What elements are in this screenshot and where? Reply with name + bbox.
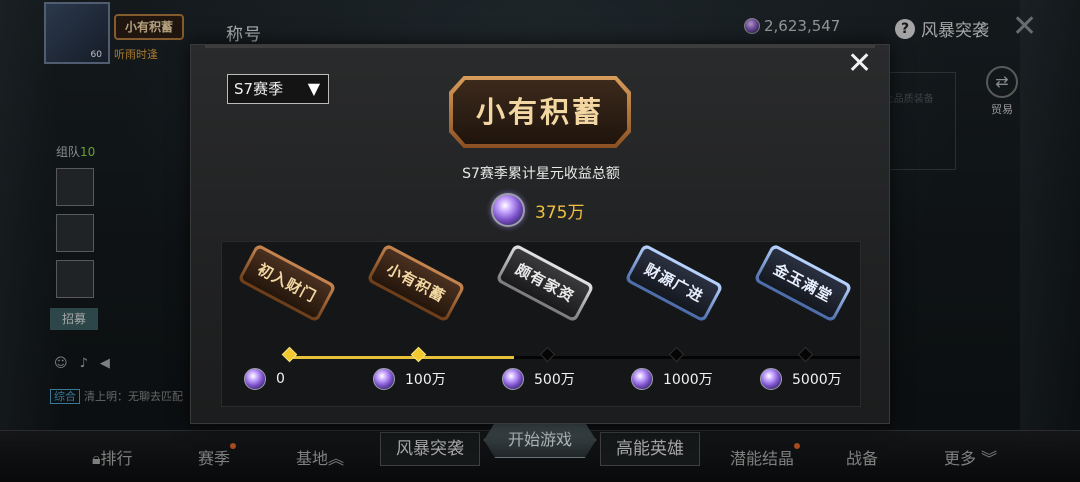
tier-threshold-value: 100万 bbox=[405, 372, 446, 388]
title-badge-text: 小有积蓄 bbox=[453, 80, 627, 144]
progress-fill bbox=[288, 356, 515, 359]
total-amount: 375万 bbox=[535, 202, 585, 223]
tier-badge-label: 金玉满堂 bbox=[757, 247, 849, 319]
tier-badge-2[interactable]: 小有积蓄 bbox=[366, 243, 466, 323]
total-label: S7赛季累计星元收益总额 bbox=[462, 166, 620, 182]
tier-threshold-1: 0 bbox=[244, 368, 285, 390]
tier-badge-label: 颇有家资 bbox=[499, 247, 591, 319]
star-coin-icon bbox=[760, 368, 782, 390]
tier-threshold-2: 100万 bbox=[373, 368, 446, 390]
close-modal-icon[interactable]: ✕ bbox=[847, 49, 872, 79]
title-detail-modal: S7赛季 ▼ ✕ 小有积蓄 S7赛季累计星元收益总额 375万 初入财门 0 小有积… bbox=[190, 44, 890, 424]
tier-node-1 bbox=[281, 346, 298, 363]
tier-badge-4[interactable]: 财源广进 bbox=[624, 243, 724, 323]
tier-badge-3[interactable]: 颇有家资 bbox=[495, 243, 595, 323]
star-coin-icon bbox=[244, 368, 266, 390]
tier-node-3 bbox=[539, 346, 556, 363]
season-dropdown[interactable]: S7赛季 ▼ bbox=[227, 74, 329, 104]
star-coin-icon bbox=[502, 368, 524, 390]
chevron-down-icon: ▼ bbox=[307, 79, 320, 98]
tier-threshold-value: 0 bbox=[276, 371, 285, 387]
tier-node-5 bbox=[797, 346, 814, 363]
star-coin-icon bbox=[373, 368, 395, 390]
tier-threshold-5: 5000万 bbox=[760, 368, 842, 390]
tier-badge-5[interactable]: 金玉满堂 bbox=[753, 243, 853, 323]
tier-node-4 bbox=[668, 346, 685, 363]
tier-badge-1[interactable]: 初入财门 bbox=[237, 243, 337, 323]
tier-panel: 初入财门 0 小有积蓄 100万 颇有家资 500万 财源广进 1000万 金玉满堂 5000万 bbox=[221, 241, 861, 407]
tier-threshold-value: 5000万 bbox=[792, 372, 842, 388]
season-selected: S7赛季 bbox=[234, 80, 284, 98]
tier-threshold-value: 500万 bbox=[534, 372, 575, 388]
tier-threshold-4: 1000万 bbox=[631, 368, 713, 390]
total-amount-row: 375万 bbox=[491, 193, 584, 227]
tier-node-2 bbox=[410, 346, 427, 363]
title-badge-large: 小有积蓄 bbox=[449, 76, 631, 148]
star-coin-icon bbox=[631, 368, 653, 390]
tier-badge-label: 初入财门 bbox=[241, 247, 333, 319]
tier-badge-label: 小有积蓄 bbox=[370, 247, 462, 319]
tier-threshold-value: 1000万 bbox=[663, 372, 713, 388]
progress-track bbox=[288, 356, 860, 359]
star-coin-icon bbox=[491, 193, 525, 227]
tier-badge-label: 财源广进 bbox=[628, 247, 720, 319]
tier-threshold-3: 500万 bbox=[502, 368, 575, 390]
